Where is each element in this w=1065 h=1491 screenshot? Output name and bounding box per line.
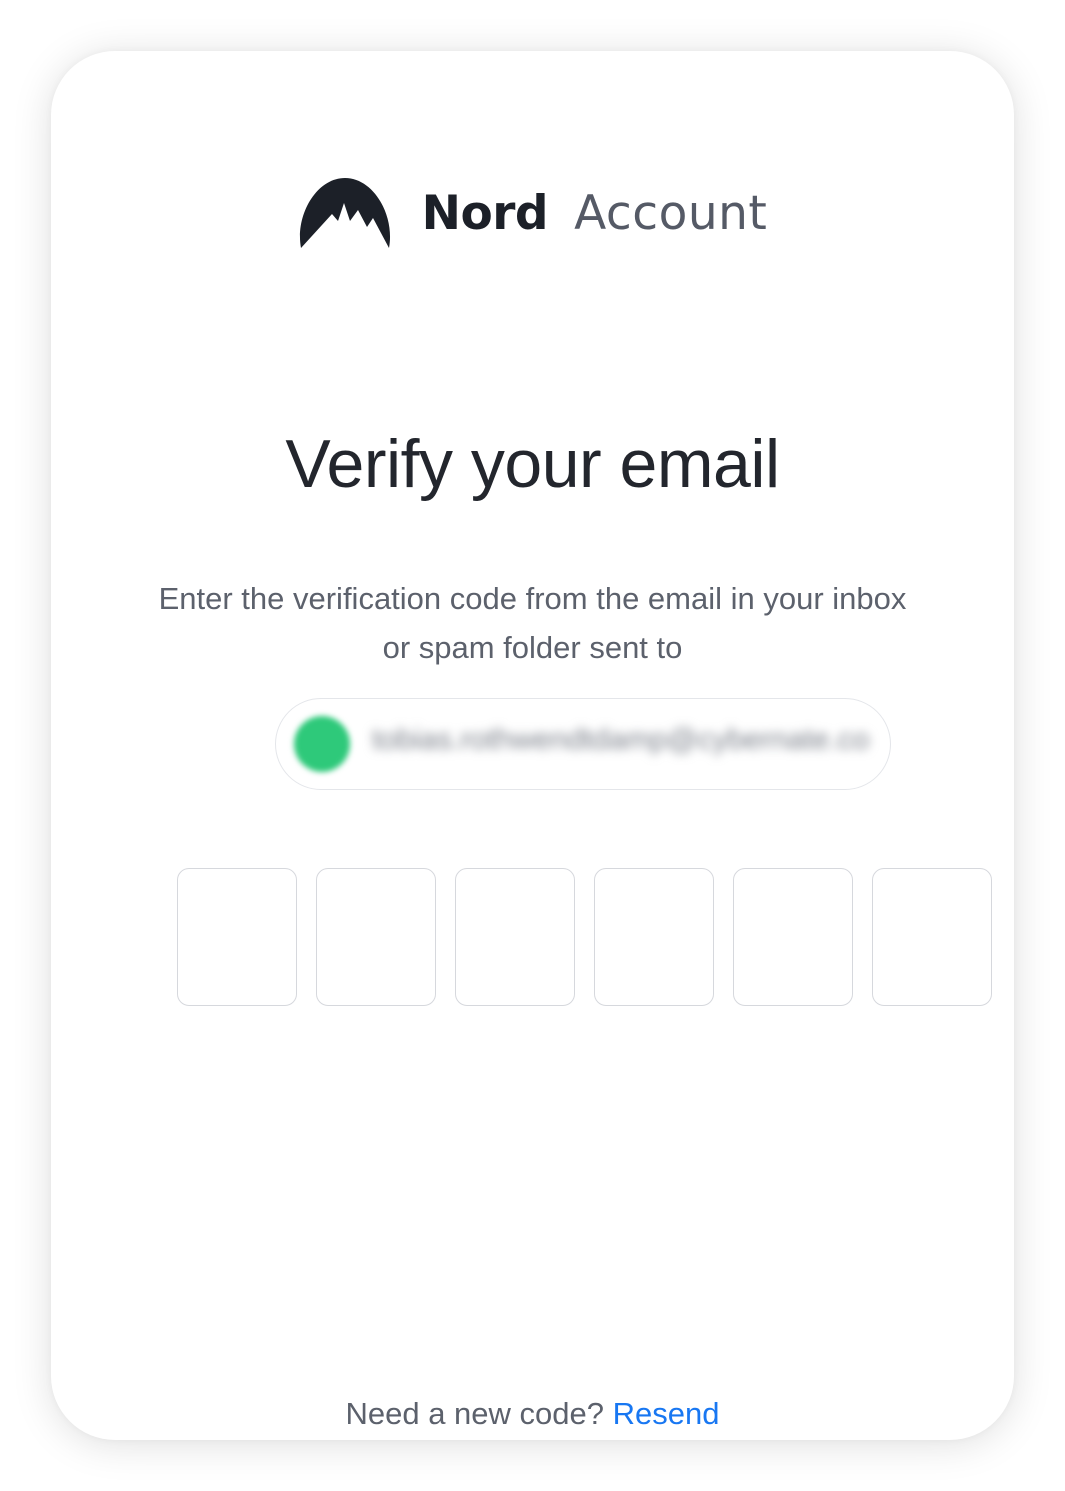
page-subtitle: Enter the verification code from the ema… — [158, 581, 907, 665]
brand-header: Nord Account — [51, 173, 1014, 253]
resend-prompt: Need a new code? — [345, 1396, 605, 1431]
email-chip: tobias.rothwendtdamp@cybernate.co — [275, 698, 891, 790]
code-digit-6[interactable] — [872, 868, 992, 1006]
page-title: Verify your email — [285, 426, 780, 502]
code-digit-5[interactable] — [733, 868, 853, 1006]
code-digit-4[interactable] — [594, 868, 714, 1006]
resend-prompt-line: Need a new code? Resend — [51, 1394, 1014, 1434]
verification-code-input — [177, 868, 992, 1006]
avatar — [294, 716, 350, 772]
brand-product: Account — [574, 185, 768, 241]
code-digit-1[interactable] — [177, 868, 297, 1006]
code-digit-3[interactable] — [455, 868, 575, 1006]
resend-link[interactable]: Resend — [613, 1396, 720, 1431]
email-address: tobias.rothwendtdamp@cybernate.co — [372, 723, 870, 756]
code-digit-2[interactable] — [316, 868, 436, 1006]
brand-name: Nord — [421, 185, 549, 241]
verify-email-card: Nord Account Verify your email Enter the… — [51, 51, 1014, 1440]
nord-mountain-logo-icon — [299, 178, 390, 248]
